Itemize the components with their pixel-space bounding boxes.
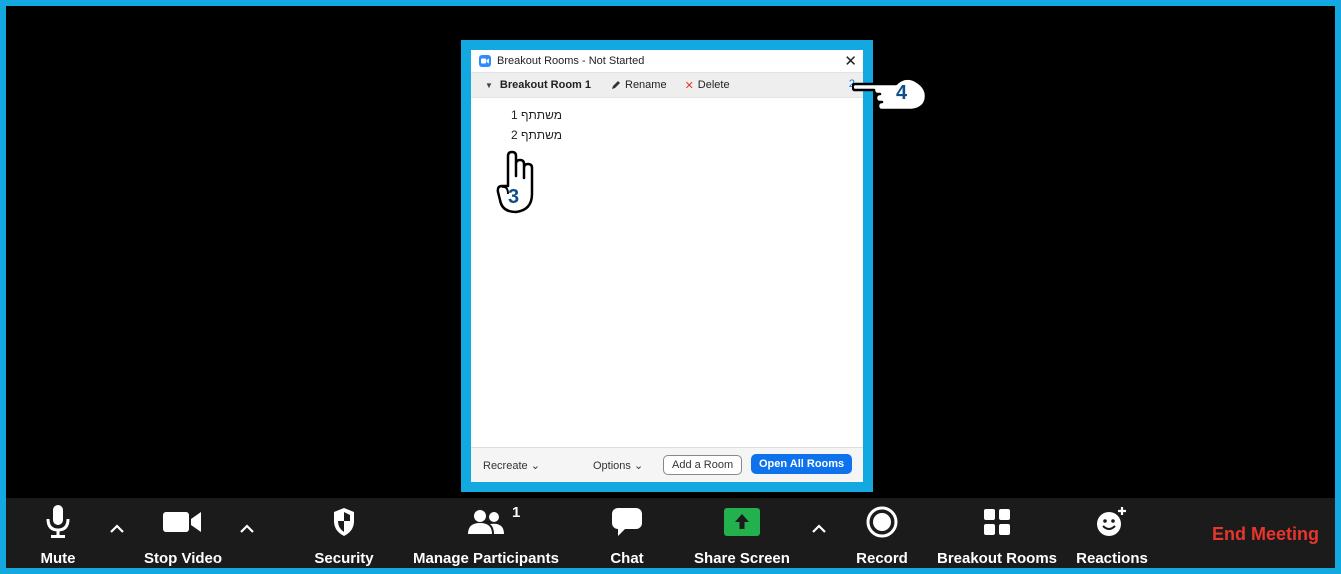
- video-camera-icon: [163, 502, 203, 542]
- pencil-icon: [612, 81, 620, 89]
- chevron-down-icon: ⌄: [530, 460, 540, 472]
- end-meeting-button[interactable]: End Meeting: [1212, 524, 1319, 545]
- options-label: Options: [593, 460, 631, 472]
- share-screen-label: Share Screen: [694, 550, 790, 567]
- delete-x-icon: ✕: [684, 79, 694, 92]
- zoom-logo-icon: [479, 55, 491, 67]
- chevron-up-icon[interactable]: [810, 520, 828, 538]
- reactions-label: Reactions: [1076, 550, 1148, 567]
- dialog-footer: Recreate ⌄ Options ⌄ Add a Room Open All…: [471, 447, 863, 482]
- close-icon[interactable]: ✕: [844, 52, 857, 70]
- breakout-rooms-dialog-highlight: Breakout Rooms - Not Started ✕ ▼ Breakou…: [461, 40, 873, 492]
- participant-item[interactable]: משתתף 1: [471, 108, 863, 122]
- annotation-number-4: 4: [896, 82, 908, 104]
- security-button[interactable]: Security: [312, 498, 376, 568]
- mute-label: Mute: [40, 550, 76, 567]
- stop-video-button[interactable]: Stop Video: [142, 498, 224, 568]
- options-dropdown[interactable]: Options ⌄: [593, 459, 643, 472]
- record-label: Record: [856, 550, 908, 567]
- hand-pointing-right-annotation: 4: [851, 70, 928, 119]
- rename-label: Rename: [625, 79, 667, 91]
- breakout-room-header[interactable]: ▼ Breakout Room 1 Rename ✕ Delete 2: [471, 72, 863, 98]
- collapse-triangle-icon[interactable]: ▼: [485, 81, 493, 90]
- share-screen-icon: [723, 502, 761, 542]
- chat-bubble-icon: [611, 502, 643, 542]
- participants-count-badge: 1: [512, 504, 521, 521]
- reactions-button[interactable]: Reactions: [1070, 498, 1154, 568]
- rename-button[interactable]: Rename: [611, 79, 667, 91]
- breakout-rooms-button[interactable]: Breakout Rooms: [932, 498, 1062, 568]
- meeting-window: Breakout Rooms - Not Started ✕ ▼ Breakou…: [0, 0, 1341, 574]
- manage-participants-button[interactable]: Manage Participants: [406, 498, 566, 568]
- delete-label: Delete: [697, 79, 730, 91]
- participant-list: משתתף 1 משתתף 2: [471, 98, 863, 142]
- stop-video-label: Stop Video: [143, 550, 223, 567]
- chevron-up-icon[interactable]: [108, 520, 126, 538]
- shield-icon: [332, 502, 356, 542]
- room-name: Breakout Room 1: [499, 79, 591, 91]
- breakout-rooms-grid-icon: [982, 502, 1012, 542]
- annotation-number-3: 3: [508, 186, 520, 208]
- recreate-label: Recreate: [483, 460, 528, 472]
- chat-button[interactable]: Chat: [602, 498, 652, 568]
- dialog-titlebar: Breakout Rooms - Not Started ✕: [471, 50, 863, 72]
- share-screen-button[interactable]: Share Screen: [692, 498, 792, 568]
- recreate-dropdown[interactable]: Recreate ⌄: [483, 459, 540, 472]
- record-button[interactable]: Record: [850, 498, 914, 568]
- breakout-rooms-label: Breakout Rooms: [936, 550, 1058, 567]
- add-room-button[interactable]: Add a Room: [663, 455, 743, 475]
- manage-participants-label: Manage Participants: [413, 550, 559, 567]
- hand-pointer-annotation: 3: [494, 150, 538, 221]
- mute-button[interactable]: Mute: [28, 498, 88, 568]
- security-label: Security: [314, 550, 374, 567]
- delete-button[interactable]: ✕ Delete: [685, 79, 730, 92]
- microphone-icon: [45, 502, 71, 542]
- chevron-down-icon: ⌄: [633, 460, 644, 472]
- chat-label: Chat: [610, 550, 644, 567]
- record-icon: [866, 502, 898, 542]
- participants-icon: [466, 502, 506, 542]
- dialog-title: Breakout Rooms - Not Started: [497, 55, 645, 67]
- smiley-plus-icon: [1095, 502, 1129, 542]
- participant-item[interactable]: משתתף 2: [471, 128, 863, 142]
- meeting-toolbar: Mute Stop Video Security Manage Particip…: [6, 498, 1335, 568]
- open-all-rooms-button[interactable]: Open All Rooms: [751, 454, 853, 474]
- breakout-rooms-dialog: Breakout Rooms - Not Started ✕ ▼ Breakou…: [471, 50, 863, 482]
- chevron-up-icon[interactable]: [238, 520, 256, 538]
